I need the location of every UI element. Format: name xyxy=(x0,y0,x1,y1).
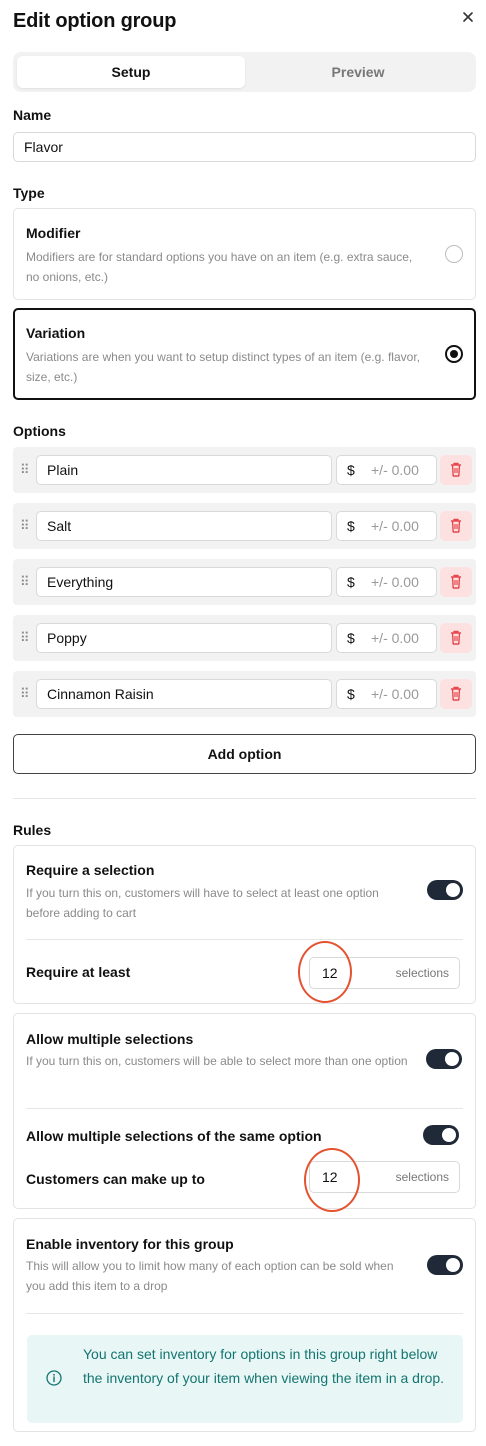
trash-icon xyxy=(451,518,461,533)
type-option-description: Modifiers are for standard options you h… xyxy=(26,250,413,284)
option-price-input[interactable]: $ +/- 0.00 xyxy=(336,623,437,653)
tab-setup[interactable]: Setup xyxy=(17,56,245,88)
trash-icon xyxy=(451,574,461,589)
trash-icon xyxy=(451,462,461,477)
delete-option-button[interactable] xyxy=(440,567,472,597)
option-name-input[interactable]: Plain xyxy=(36,455,332,485)
drag-handle-icon[interactable]: ⠿ xyxy=(20,629,30,647)
section-divider xyxy=(13,798,476,799)
annotation-circle xyxy=(304,1148,360,1212)
card-divider xyxy=(26,1108,463,1109)
info-text: You can set inventory for options in thi… xyxy=(83,1346,445,1386)
close-icon[interactable] xyxy=(458,7,478,27)
rule-card-require-selection: Require a selection If you turn this on,… xyxy=(13,845,476,1004)
currency-symbol: $ xyxy=(347,574,355,590)
option-row: ⠿ Plain $ +/- 0.00 xyxy=(13,447,476,493)
rule-description: If you turn this on, customers will have… xyxy=(26,886,379,920)
unit-label: selections xyxy=(395,966,449,980)
rules-label: Rules xyxy=(13,822,52,838)
price-placeholder: +/- 0.00 xyxy=(371,574,419,590)
require-selection-toggle[interactable] xyxy=(427,880,463,900)
drag-handle-icon[interactable]: ⠿ xyxy=(20,461,30,479)
currency-symbol: $ xyxy=(347,518,355,534)
option-price-input[interactable]: $ +/- 0.00 xyxy=(336,679,437,709)
delete-option-button[interactable] xyxy=(440,679,472,709)
option-name-input[interactable]: Salt xyxy=(36,511,332,541)
unit-label: selections xyxy=(395,1170,449,1184)
drag-handle-icon[interactable]: ⠿ xyxy=(20,573,30,591)
rule-title: Require a selection xyxy=(26,862,155,878)
currency-symbol: $ xyxy=(347,686,355,702)
price-placeholder: +/- 0.00 xyxy=(371,630,419,646)
rule-description: If you turn this on, customers will be a… xyxy=(26,1054,408,1068)
price-placeholder: +/- 0.00 xyxy=(371,462,419,478)
rule-description: This will allow you to limit how many of… xyxy=(26,1259,394,1293)
delete-option-button[interactable] xyxy=(440,511,472,541)
option-row: ⠿ Salt $ +/- 0.00 xyxy=(13,503,476,549)
tab-preview[interactable]: Preview xyxy=(244,56,472,88)
multiple-selections-toggle[interactable] xyxy=(426,1049,462,1069)
same-option-label: Allow multiple selections of the same op… xyxy=(26,1128,322,1144)
max-selections-label: Customers can make up to xyxy=(26,1171,205,1187)
rule-card-multiple-selections: Allow multiple selections If you turn th… xyxy=(13,1013,476,1212)
type-option-modifier[interactable]: Modifier Modifiers are for standard opti… xyxy=(13,208,476,300)
type-option-title: Variation xyxy=(26,325,86,341)
rule-title: Enable inventory for this group xyxy=(26,1236,234,1252)
option-row: ⠿ Poppy $ +/- 0.00 xyxy=(13,615,476,661)
price-placeholder: +/- 0.00 xyxy=(371,686,419,702)
currency-symbol: $ xyxy=(347,462,355,478)
type-label: Type xyxy=(13,185,45,201)
rule-title: Allow multiple selections xyxy=(26,1031,194,1047)
trash-icon xyxy=(451,686,461,701)
page-title: Edit option group xyxy=(13,10,177,32)
currency-symbol: $ xyxy=(347,630,355,646)
option-price-input[interactable]: $ +/- 0.00 xyxy=(336,567,437,597)
require-at-least-label: Require at least xyxy=(26,964,131,980)
trash-icon xyxy=(451,630,461,645)
drag-handle-icon[interactable]: ⠿ xyxy=(20,685,30,703)
option-price-input[interactable]: $ +/- 0.00 xyxy=(336,455,437,485)
type-option-variation[interactable]: Variation Variations are when you want t… xyxy=(13,308,476,400)
option-row: ⠿ Cinnamon Raisin $ +/- 0.00 xyxy=(13,671,476,717)
name-label: Name xyxy=(13,107,52,123)
options-label: Options xyxy=(13,423,66,439)
option-name-input[interactable]: Everything xyxy=(36,567,332,597)
option-price-input[interactable]: $ +/- 0.00 xyxy=(336,511,437,541)
rule-card-inventory: Enable inventory for this group This wil… xyxy=(13,1218,476,1432)
info-icon xyxy=(46,1370,62,1386)
add-option-button[interactable]: Add option xyxy=(13,734,476,774)
inventory-toggle[interactable] xyxy=(427,1255,463,1275)
tab-bar: Setup Preview xyxy=(13,52,476,92)
annotation-circle xyxy=(298,941,352,1003)
info-callout: You can set inventory for options in thi… xyxy=(27,1335,463,1423)
price-placeholder: +/- 0.00 xyxy=(371,518,419,534)
card-divider xyxy=(26,1313,463,1314)
option-name-input[interactable]: Cinnamon Raisin xyxy=(36,679,332,709)
variation-radio[interactable] xyxy=(445,345,463,363)
name-input[interactable]: Flavor xyxy=(13,132,476,162)
modifier-radio[interactable] xyxy=(445,245,463,263)
drag-handle-icon[interactable]: ⠿ xyxy=(20,517,30,535)
delete-option-button[interactable] xyxy=(440,455,472,485)
option-name-input[interactable]: Poppy xyxy=(36,623,332,653)
type-option-description: Variations are when you want to setup di… xyxy=(26,350,420,384)
delete-option-button[interactable] xyxy=(440,623,472,653)
card-divider xyxy=(26,939,463,940)
option-row: ⠿ Everything $ +/- 0.00 xyxy=(13,559,476,605)
same-option-toggle[interactable] xyxy=(423,1125,459,1145)
type-option-title: Modifier xyxy=(26,225,81,241)
